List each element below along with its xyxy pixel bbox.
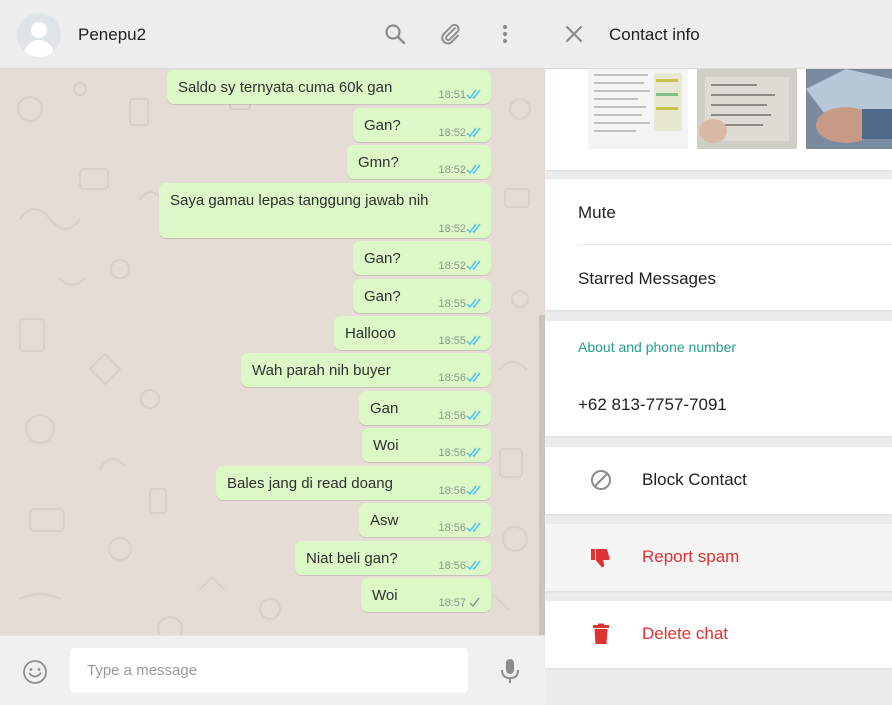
chat-settings-card: Mute Starred Messages xyxy=(545,179,892,310)
message-bubble[interactable]: Wah parah nih buyer 18:56 xyxy=(241,353,491,387)
about-card: About and phone number +62 813-7757-7091 xyxy=(545,321,892,436)
read-receipt-icon xyxy=(466,560,481,571)
message-bubble[interactable]: Gan? 18:55 xyxy=(353,279,491,313)
block-contact-label: Block Contact xyxy=(642,470,747,489)
delete-chat-button[interactable]: Delete chat xyxy=(545,601,892,668)
message-time: 18:51 xyxy=(438,89,466,101)
contact-info-header: Contact info xyxy=(545,0,892,69)
message-bubble[interactable]: Asw 18:56 xyxy=(359,503,491,537)
report-spam-label: Report spam xyxy=(642,547,740,566)
message-time: 18:56 xyxy=(438,485,466,497)
read-receipt-icon xyxy=(466,127,481,138)
message-input[interactable] xyxy=(70,648,468,693)
read-receipt-icon xyxy=(466,335,481,346)
message-text: Saya gamau lepas tanggung jawab nih xyxy=(170,192,429,209)
read-receipt-icon xyxy=(466,410,481,421)
message-time: 18:52 xyxy=(438,164,466,176)
message-time: 18:56 xyxy=(438,410,466,422)
message-bubble[interactable]: Gmn? 18:52 xyxy=(347,145,491,179)
message-text: Gan xyxy=(370,400,399,417)
message-text: Gmn? xyxy=(358,154,399,171)
message-text: Asw xyxy=(370,512,399,529)
contact-info-panel: Contact info Mute Starred Messages About… xyxy=(545,0,892,705)
media-thumbnail[interactable] xyxy=(806,69,892,149)
trash-icon xyxy=(593,623,609,644)
chat-panel: Penepu2 Saldo sy ternyata cuma 60k gan 1… xyxy=(0,0,545,705)
emoji-icon[interactable] xyxy=(22,659,48,685)
message-text: Gan? xyxy=(364,250,401,267)
message-text: Hallooo xyxy=(345,325,396,342)
message-text: Woi xyxy=(373,437,399,454)
microphone-icon[interactable] xyxy=(497,657,523,685)
delete-chat-label: Delete chat xyxy=(642,624,728,643)
starred-messages-option[interactable]: Starred Messages xyxy=(578,269,716,289)
more-vertical-icon[interactable] xyxy=(493,22,517,46)
message-bubble[interactable]: Saldo sy ternyata cuma 60k gan 18:51 xyxy=(167,70,491,104)
divider xyxy=(578,244,892,245)
media-thumbnail[interactable] xyxy=(588,69,688,149)
contact-info-title: Contact info xyxy=(609,25,700,44)
thumbs-down-icon xyxy=(591,549,610,568)
media-thumbnail[interactable] xyxy=(697,69,797,149)
message-time: 18:56 xyxy=(438,447,466,459)
mute-option[interactable]: Mute xyxy=(578,203,616,223)
message-time: 18:56 xyxy=(438,522,466,534)
message-time: 18:52 xyxy=(438,260,466,272)
read-receipt-icon xyxy=(466,485,481,496)
message-time: 18:56 xyxy=(438,372,466,384)
close-icon[interactable] xyxy=(563,23,585,45)
read-receipt-icon xyxy=(466,298,481,309)
message-list[interactable]: Saldo sy ternyata cuma 60k gan 18:51 Gan… xyxy=(0,69,545,635)
chat-header[interactable]: Penepu2 xyxy=(0,0,545,69)
message-text: Bales jang di read doang xyxy=(227,475,393,492)
avatar[interactable] xyxy=(17,13,61,57)
message-text: Niat beli gan? xyxy=(306,550,398,567)
read-receipt-icon xyxy=(466,89,481,100)
read-receipt-icon xyxy=(466,164,481,175)
message-text: Woi xyxy=(372,587,398,604)
message-time: 18:56 xyxy=(438,560,466,572)
message-bubble[interactable]: Woi 18:57 xyxy=(361,578,491,612)
block-contact-button[interactable]: Block Contact xyxy=(545,447,892,514)
about-section-label: About and phone number xyxy=(578,339,737,355)
message-text: Gan? xyxy=(364,117,401,134)
message-text: Saldo sy ternyata cuma 60k gan xyxy=(178,79,393,96)
message-text: Wah parah nih buyer xyxy=(252,362,391,379)
message-time: 18:57 xyxy=(438,597,466,609)
paperclip-icon[interactable] xyxy=(438,22,462,46)
media-gallery xyxy=(545,69,892,170)
message-time: 18:55 xyxy=(438,335,466,347)
message-bubble[interactable]: Hallooo 18:55 xyxy=(334,316,491,350)
phone-number[interactable]: +62 813-7757-7091 xyxy=(578,395,727,415)
message-bubble[interactable]: Gan? 18:52 xyxy=(353,108,491,142)
block-icon xyxy=(591,470,611,490)
message-text: Gan? xyxy=(364,288,401,305)
read-receipt-icon xyxy=(466,372,481,383)
read-receipt-icon xyxy=(466,260,481,271)
search-icon[interactable] xyxy=(383,22,407,46)
contact-name[interactable]: Penepu2 xyxy=(78,25,146,45)
composer xyxy=(0,635,545,705)
message-bubble[interactable]: Niat beli gan? 18:56 xyxy=(295,541,491,575)
message-time: 18:52 xyxy=(438,223,466,235)
read-receipt-icon xyxy=(466,522,481,533)
read-receipt-icon xyxy=(466,447,481,458)
sent-receipt-icon xyxy=(469,597,480,608)
message-bubble[interactable]: Woi 18:56 xyxy=(362,428,491,462)
message-bubble[interactable]: Bales jang di read doang 18:56 xyxy=(216,466,491,500)
message-bubble[interactable]: Gan? 18:52 xyxy=(353,241,491,275)
message-bubble[interactable]: Saya gamau lepas tanggung jawab nih 18:5… xyxy=(159,183,491,238)
message-bubble[interactable]: Gan 18:56 xyxy=(359,391,491,425)
read-receipt-icon xyxy=(466,223,481,234)
report-spam-button[interactable]: Report spam xyxy=(545,524,892,591)
message-time: 18:52 xyxy=(438,127,466,139)
message-time: 18:55 xyxy=(438,298,466,310)
